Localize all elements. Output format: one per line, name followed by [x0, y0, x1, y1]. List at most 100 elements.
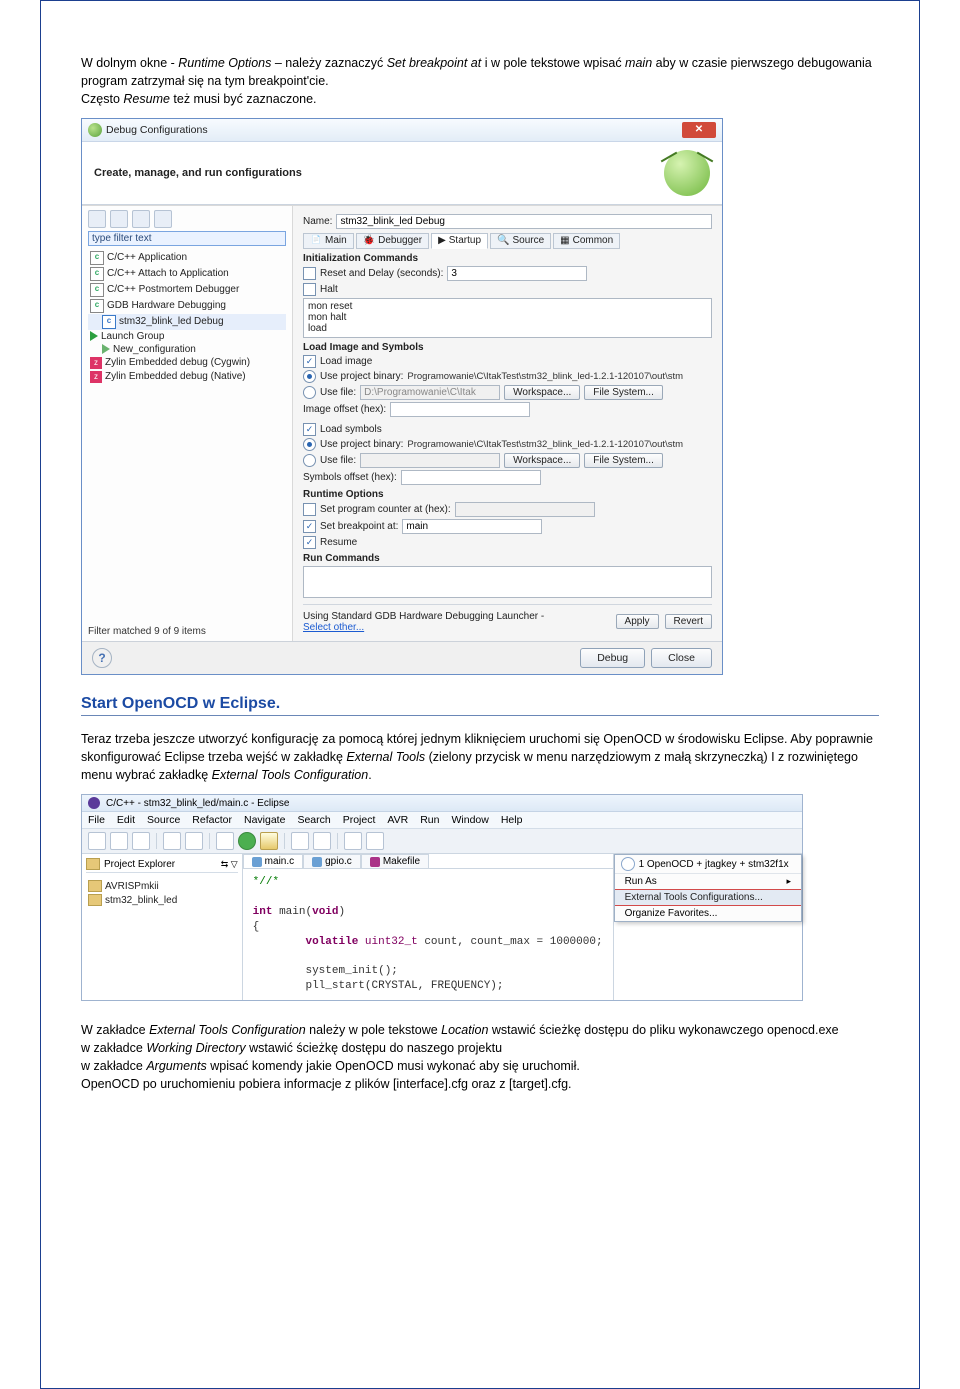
- collapse-icon[interactable]: [154, 210, 172, 228]
- menu-avr[interactable]: AVR: [387, 814, 408, 826]
- debug-configurations-dialog: Debug Configurations ✕ Create, manage, a…: [81, 118, 723, 675]
- editor-tab-gpio[interactable]: gpio.c: [303, 854, 361, 868]
- tab-main[interactable]: 📄Main: [303, 233, 354, 249]
- filter-status: Filter matched 9 of 9 items: [88, 622, 286, 637]
- use-file-input-1: [360, 385, 500, 400]
- menu-external-tools-config[interactable]: External Tools Configurations...: [615, 889, 801, 906]
- reset-delay-input[interactable]: [447, 266, 587, 281]
- help-icon[interactable]: ?: [92, 648, 112, 668]
- tree-launch-group[interactable]: Launch Group: [88, 330, 286, 343]
- delete-icon[interactable]: [132, 210, 150, 228]
- project-stm32[interactable]: stm32_blink_led: [86, 893, 238, 907]
- filesystem-button-2[interactable]: File System...: [584, 453, 663, 468]
- external-tools-icon[interactable]: [260, 832, 278, 850]
- project-avr[interactable]: AVRISPmkii: [86, 879, 238, 893]
- debug-toolbar-icon[interactable]: [216, 832, 234, 850]
- menu-help[interactable]: Help: [501, 814, 523, 826]
- use-project-binary-radio-1[interactable]: [303, 370, 316, 383]
- close-button[interactable]: Close: [651, 648, 712, 668]
- paragraph-2: Teraz trzeba jeszcze utworzyć konfigurac…: [81, 730, 879, 784]
- window-close-button[interactable]: ✕: [682, 122, 716, 138]
- nav-back-icon[interactable]: [344, 832, 362, 850]
- use-project-binary-radio-2[interactable]: [303, 438, 316, 451]
- menu-run-as[interactable]: Run As▸: [615, 874, 801, 889]
- resume-checkbox[interactable]: ✓: [303, 536, 316, 549]
- tree-cpp-attach[interactable]: cC/C++ Attach to Application: [88, 266, 286, 282]
- menu-organize-favorites[interactable]: Organize Favorites...: [615, 906, 801, 921]
- menu-edit[interactable]: Edit: [117, 814, 135, 826]
- set-breakpoint-checkbox[interactable]: ✓: [303, 520, 316, 533]
- filesystem-button-1[interactable]: File System...: [584, 385, 663, 400]
- eclipse-app-icon: [88, 797, 100, 809]
- menu-search[interactable]: Search: [297, 814, 330, 826]
- menu-window[interactable]: Window: [451, 814, 488, 826]
- menu-source[interactable]: Source: [147, 814, 180, 826]
- new-config-icon[interactable]: [88, 210, 106, 228]
- folder-icon: [86, 858, 100, 870]
- tab-debugger[interactable]: 🐞Debugger: [356, 233, 429, 249]
- run-commands-textarea[interactable]: [303, 566, 712, 598]
- eclipse-toolbar: [82, 829, 802, 854]
- dialog-title: Debug Configurations: [106, 124, 208, 136]
- code-editor[interactable]: *//* int main(void) { volatile uint32_t …: [243, 869, 613, 1000]
- search-toolbar-icon[interactable]: [313, 832, 331, 850]
- tab-common[interactable]: ▦Common: [553, 233, 620, 249]
- editor-tab-mainc[interactable]: main.c: [243, 854, 303, 868]
- hammer-icon[interactable]: [185, 832, 203, 850]
- workspace-button-1[interactable]: Workspace...: [504, 385, 580, 400]
- editor-tab-makefile[interactable]: Makefile: [361, 854, 429, 868]
- new-icon[interactable]: [88, 832, 106, 850]
- revert-button[interactable]: Revert: [665, 614, 712, 629]
- use-file-radio-1[interactable]: [303, 386, 316, 399]
- tree-zylin-native[interactable]: zZylin Embedded debug (Native): [88, 370, 286, 384]
- eclipse-window: C/C++ - stm32_blink_led/main.c - Eclipse…: [81, 794, 803, 1001]
- open-type-icon[interactable]: [291, 832, 309, 850]
- save-icon[interactable]: [110, 832, 128, 850]
- halt-checkbox[interactable]: [303, 283, 316, 296]
- tree-cpp-postmortem[interactable]: cC/C++ Postmortem Debugger: [88, 282, 286, 298]
- section-load-image: Load Image and Symbols: [303, 342, 712, 353]
- menu-project[interactable]: Project: [343, 814, 376, 826]
- use-file-radio-2[interactable]: [303, 454, 316, 467]
- apply-button[interactable]: Apply: [616, 614, 659, 629]
- tree-stm32-debug[interactable]: cstm32_blink_led Debug: [88, 314, 286, 330]
- ext-tools-menu-icon: [621, 857, 635, 871]
- breakpoint-input[interactable]: [402, 519, 542, 534]
- tab-startup[interactable]: ▶Startup: [431, 233, 488, 249]
- init-commands-textarea[interactable]: mon reset mon halt load: [303, 298, 712, 338]
- tree-gdb-hw[interactable]: cGDB Hardware Debugging: [88, 298, 286, 314]
- menu-run[interactable]: Run: [420, 814, 439, 826]
- save-all-icon[interactable]: [132, 832, 150, 850]
- tree-zylin-cygwin[interactable]: zZylin Embedded debug (Cygwin): [88, 356, 286, 370]
- name-input[interactable]: [336, 214, 712, 229]
- section-run-commands: Run Commands: [303, 553, 712, 564]
- tree-new-config[interactable]: New_configuration: [88, 343, 286, 356]
- project-explorer-tab[interactable]: Project Explorer: [104, 859, 175, 870]
- use-file-input-2: [360, 453, 500, 468]
- menu-refactor[interactable]: Refactor: [192, 814, 232, 826]
- config-tree-pane: cC/C++ Application cC/C++ Attach to Appl…: [82, 206, 293, 641]
- select-other-link[interactable]: Select other...: [303, 622, 364, 633]
- image-offset-input[interactable]: [390, 402, 530, 417]
- tree-cpp-application[interactable]: cC/C++ Application: [88, 250, 286, 266]
- debug-button[interactable]: Debug: [580, 648, 645, 668]
- eclipse-menubar: File Edit Source Refactor Navigate Searc…: [82, 812, 802, 829]
- tab-source[interactable]: 🔍Source: [490, 233, 551, 249]
- reset-delay-checkbox[interactable]: [303, 267, 316, 280]
- build-icon[interactable]: [163, 832, 181, 850]
- symbols-offset-input[interactable]: [401, 470, 541, 485]
- menu-file[interactable]: File: [88, 814, 105, 826]
- dropdown-recent-item[interactable]: 1 OpenOCD + jtagkey + stm32f1x: [615, 855, 801, 874]
- nav-fwd-icon[interactable]: [366, 832, 384, 850]
- load-image-checkbox[interactable]: ✓: [303, 355, 316, 368]
- eclipse-titlebar: C/C++ - stm32_blink_led/main.c - Eclipse: [82, 795, 802, 812]
- menu-navigate[interactable]: Navigate: [244, 814, 285, 826]
- set-pc-checkbox[interactable]: [303, 503, 316, 516]
- duplicate-icon[interactable]: [110, 210, 128, 228]
- bug-large-icon: [664, 150, 710, 196]
- workspace-button-2[interactable]: Workspace...: [504, 453, 580, 468]
- run-icon[interactable]: [238, 832, 256, 850]
- tree-filter-input[interactable]: [88, 231, 286, 246]
- load-symbols-checkbox[interactable]: ✓: [303, 423, 316, 436]
- debug-icon: [88, 123, 102, 137]
